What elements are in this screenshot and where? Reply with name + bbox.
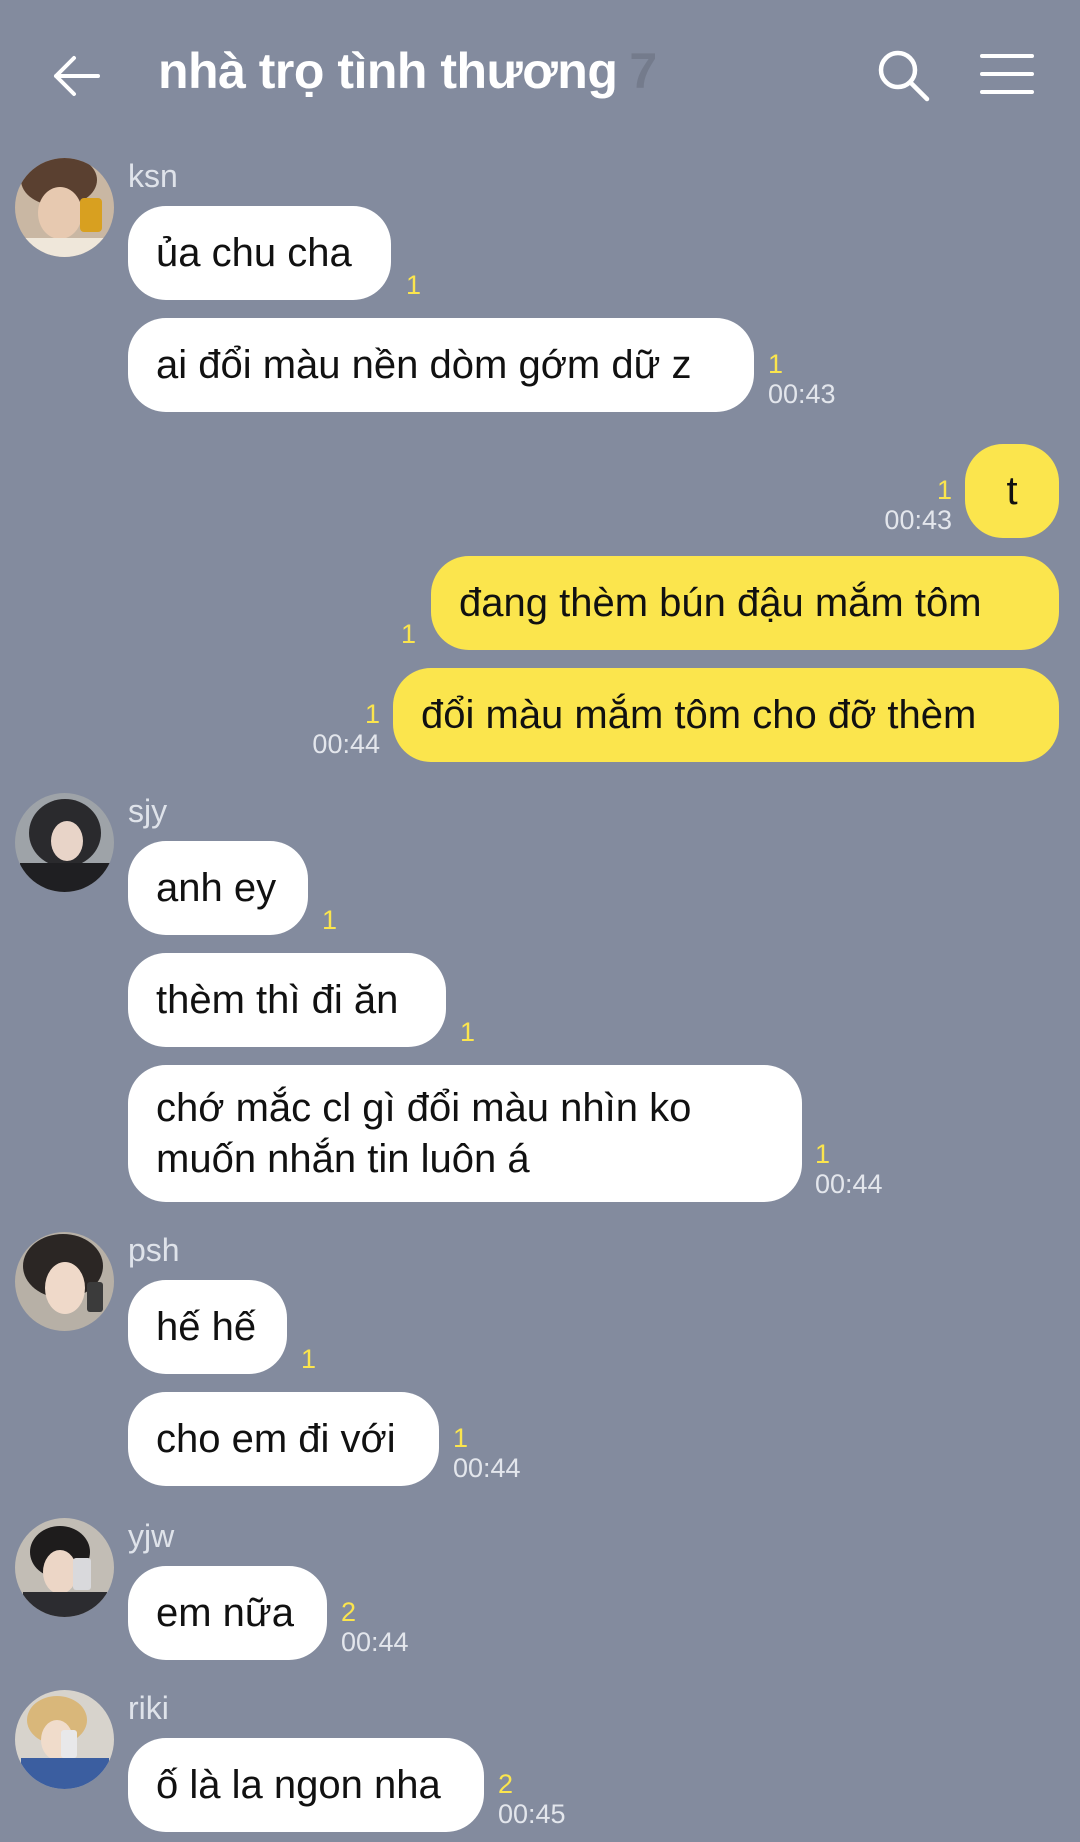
hamburger-menu-icon xyxy=(980,54,1034,94)
unread-count: 1 xyxy=(301,1344,317,1374)
message-line: chớ mắc cl gì đổi màu nhìn ko xyxy=(156,1086,692,1130)
message-meta: 1 00:44 xyxy=(300,699,380,759)
avatar-sjy[interactable] xyxy=(15,793,114,892)
my-message-bubble[interactable]: đang thèm bún đậu mắm tôm xyxy=(431,556,1059,650)
sender-name: ksn xyxy=(128,158,178,194)
unread-count: 1 xyxy=(460,1017,476,1047)
sender-name: sjy xyxy=(128,793,168,829)
message-meta: 2 00:45 xyxy=(498,1769,566,1829)
message-bubble[interactable]: chớ mắc cl gì đổi màu nhìn ko muốn nhắn … xyxy=(128,1065,802,1202)
unread-count: 1 xyxy=(453,1423,469,1453)
timestamp: 00:44 xyxy=(453,1453,521,1483)
message-text: ai đổi màu nền dòm gớm dữ z xyxy=(156,342,692,387)
avatar-riki[interactable] xyxy=(15,1690,114,1789)
avatar-yjw[interactable] xyxy=(15,1518,114,1617)
back-button[interactable] xyxy=(50,50,102,102)
message-text: đổi màu mắm tôm cho đỡ thèm xyxy=(421,692,977,737)
sender-name: yjw xyxy=(128,1518,175,1554)
message-meta: 1 xyxy=(322,905,337,935)
unread-count: 2 xyxy=(341,1597,357,1627)
message-bubble[interactable]: anh ey xyxy=(128,841,308,935)
timestamp: 00:44 xyxy=(312,729,380,759)
message-bubble[interactable]: ủa chu cha xyxy=(128,206,391,300)
chat-title: nhà trọ tình thương xyxy=(158,43,618,99)
member-count: 7 xyxy=(629,43,658,99)
unread-count: 1 xyxy=(364,699,380,729)
message-text: thèm thì đi ăn xyxy=(156,977,399,1022)
search-button[interactable] xyxy=(876,48,932,104)
sender-name: riki xyxy=(128,1690,169,1726)
message-text: ố là la ngon nha xyxy=(156,1762,441,1807)
message-text: ủa chu cha xyxy=(156,230,352,275)
unread-count: 1 xyxy=(322,905,338,935)
menu-button[interactable] xyxy=(980,52,1034,96)
timestamp: 00:43 xyxy=(768,379,836,409)
unread-count: 1 xyxy=(400,619,416,649)
message-meta: 1 00:43 xyxy=(768,349,836,409)
unread-count: 1 xyxy=(768,349,784,379)
message-meta: 1 xyxy=(380,619,416,649)
unread-count: 1 xyxy=(815,1139,831,1169)
message-meta: 1 xyxy=(460,1017,475,1047)
my-message-bubble[interactable]: t xyxy=(965,444,1059,538)
profile-photo-icon xyxy=(15,1232,114,1331)
unread-count: 2 xyxy=(498,1769,514,1799)
message-bubble[interactable]: ai đổi màu nền dòm gớm dữ z xyxy=(128,318,754,412)
message-text: anh ey xyxy=(156,865,277,910)
message-bubble[interactable]: cho em đi với xyxy=(128,1392,439,1486)
my-message-bubble[interactable]: đổi màu mắm tôm cho đỡ thèm xyxy=(393,668,1059,762)
message-meta: 1 00:43 xyxy=(870,475,952,535)
message-text: chớ mắc cl gì đổi màu nhìn ko muốn nhắn … xyxy=(156,1083,691,1185)
message-meta: 1 xyxy=(406,270,421,300)
message-meta: 1 xyxy=(301,1344,316,1374)
timestamp: 00:44 xyxy=(341,1627,409,1657)
avatar-psh[interactable] xyxy=(15,1232,114,1331)
profile-photo-icon xyxy=(15,1690,114,1789)
message-text: em nữa xyxy=(156,1590,294,1635)
message-text: t xyxy=(1006,468,1018,513)
message-bubble[interactable]: thèm thì đi ăn xyxy=(128,953,446,1047)
message-bubble[interactable]: ố là la ngon nha xyxy=(128,1738,484,1832)
message-line: muốn nhắn tin luôn á xyxy=(156,1137,530,1181)
arrow-left-icon xyxy=(54,56,100,96)
timestamp: 00:43 xyxy=(884,505,952,535)
timestamp: 00:44 xyxy=(815,1169,883,1199)
profile-photo-icon xyxy=(15,793,114,892)
chat-header: nhà trọ tình thương 7 xyxy=(0,0,1080,150)
profile-photo-icon xyxy=(15,158,114,257)
avatar-ksn[interactable] xyxy=(15,158,114,257)
profile-photo-icon xyxy=(15,1518,114,1617)
timestamp: 00:45 xyxy=(498,1799,566,1829)
chat-title-group[interactable]: nhà trọ tình thương 7 xyxy=(158,42,657,112)
message-meta: 1 00:44 xyxy=(453,1423,521,1483)
message-text: đang thèm bún đậu mắm tôm xyxy=(459,580,982,625)
message-bubble[interactable]: em nữa xyxy=(128,1566,327,1660)
unread-count: 1 xyxy=(406,270,422,300)
message-meta: 2 00:44 xyxy=(341,1597,409,1657)
message-text: cho em đi với xyxy=(156,1416,396,1461)
message-text: hế hế xyxy=(156,1304,257,1349)
unread-count: 1 xyxy=(936,475,952,505)
message-bubble[interactable]: hế hế xyxy=(128,1280,287,1374)
sender-name: psh xyxy=(128,1232,180,1268)
message-meta: 1 00:44 xyxy=(815,1139,883,1199)
search-icon xyxy=(878,50,930,102)
